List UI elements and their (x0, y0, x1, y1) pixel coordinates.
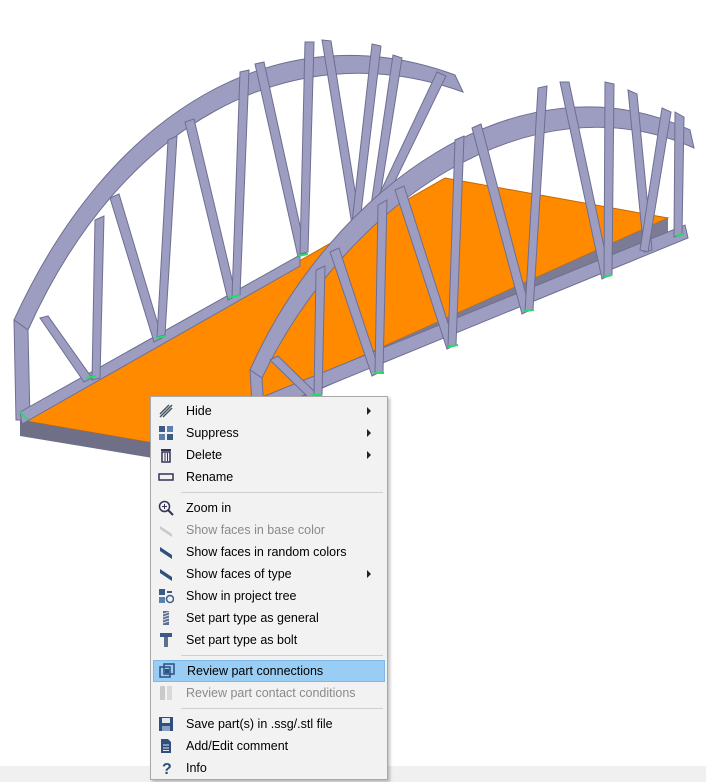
menu-item-label: Show in project tree (186, 589, 297, 603)
menu-item-show-faces-of-type[interactable]: Show faces of type (153, 563, 385, 585)
zoom-in-icon (158, 500, 174, 516)
menu-item-review-part-connections[interactable]: Review part connections (153, 660, 385, 682)
svg-text:?: ? (162, 761, 172, 776)
general-part-icon (158, 610, 174, 626)
menu-item-label: Add/Edit comment (186, 739, 289, 753)
project-tree-icon (158, 588, 174, 604)
submenu-arrow-icon (367, 407, 371, 415)
menu-item-label: Set part type as general (186, 611, 319, 625)
menu-item-set-part-type-general[interactable]: Set part type as general (153, 607, 385, 629)
hide-icon (158, 403, 174, 419)
menu-item-label: Delete (186, 448, 223, 462)
menu-item-label: Show faces in base color (186, 523, 325, 537)
submenu-arrow-icon (367, 451, 371, 459)
bolt-icon (158, 632, 174, 648)
random-color-faces-icon (158, 544, 174, 560)
question-icon: ? (158, 760, 174, 776)
trash-icon (158, 447, 174, 463)
menu-item-hide[interactable]: Hide (153, 400, 385, 422)
menu-item-show-faces-random-colors[interactable]: Show faces in random colors (153, 541, 385, 563)
menu-item-suppress[interactable]: Suppress (153, 422, 385, 444)
menu-item-label: Rename (186, 470, 234, 484)
context-menu: Hide Suppress Delete Rename Zoom in Show (150, 396, 388, 780)
menu-item-label: Show faces in random colors (186, 545, 347, 559)
menu-item-label: Review part connections (187, 664, 324, 678)
comment-icon (158, 738, 174, 754)
menu-item-show-faces-base-color[interactable]: Show faces in base color (153, 519, 385, 541)
menu-item-show-in-project-tree[interactable]: Show in project tree (153, 585, 385, 607)
menu-item-label: Zoom in (186, 501, 232, 515)
menu-item-label: Info (186, 761, 207, 775)
face-type-icon (158, 566, 174, 582)
contact-conditions-icon (158, 685, 174, 701)
menu-item-save-parts[interactable]: Save part(s) in .ssg/.stl file (153, 713, 385, 735)
menu-item-label: Suppress (186, 426, 239, 440)
menu-item-delete[interactable]: Delete (153, 444, 385, 466)
menu-separator (181, 708, 383, 709)
menu-item-label: Save part(s) in .ssg/.stl file (186, 717, 333, 731)
menu-item-add-edit-comment[interactable]: Add/Edit comment (153, 735, 385, 757)
base-color-faces-icon (158, 522, 174, 538)
menu-separator (181, 655, 383, 656)
menu-item-set-part-type-bolt[interactable]: Set part type as bolt (153, 629, 385, 651)
rename-icon (158, 469, 174, 485)
menu-separator (181, 492, 383, 493)
suppress-icon (158, 425, 174, 441)
menu-item-label: Hide (186, 404, 212, 418)
menu-item-label: Set part type as bolt (186, 633, 298, 647)
menu-item-label: Show faces of type (186, 567, 292, 581)
menu-item-label: Review part contact conditions (186, 686, 356, 700)
submenu-arrow-icon (367, 429, 371, 437)
menu-item-zoom-in[interactable]: Zoom in (153, 497, 385, 519)
submenu-arrow-icon (367, 570, 371, 578)
menu-item-info[interactable]: ? Info (153, 757, 385, 779)
menu-item-rename[interactable]: Rename (153, 466, 385, 488)
connections-icon (159, 663, 175, 679)
menu-item-review-part-contact-conditions[interactable]: Review part contact conditions (153, 682, 385, 704)
save-icon (158, 716, 174, 732)
